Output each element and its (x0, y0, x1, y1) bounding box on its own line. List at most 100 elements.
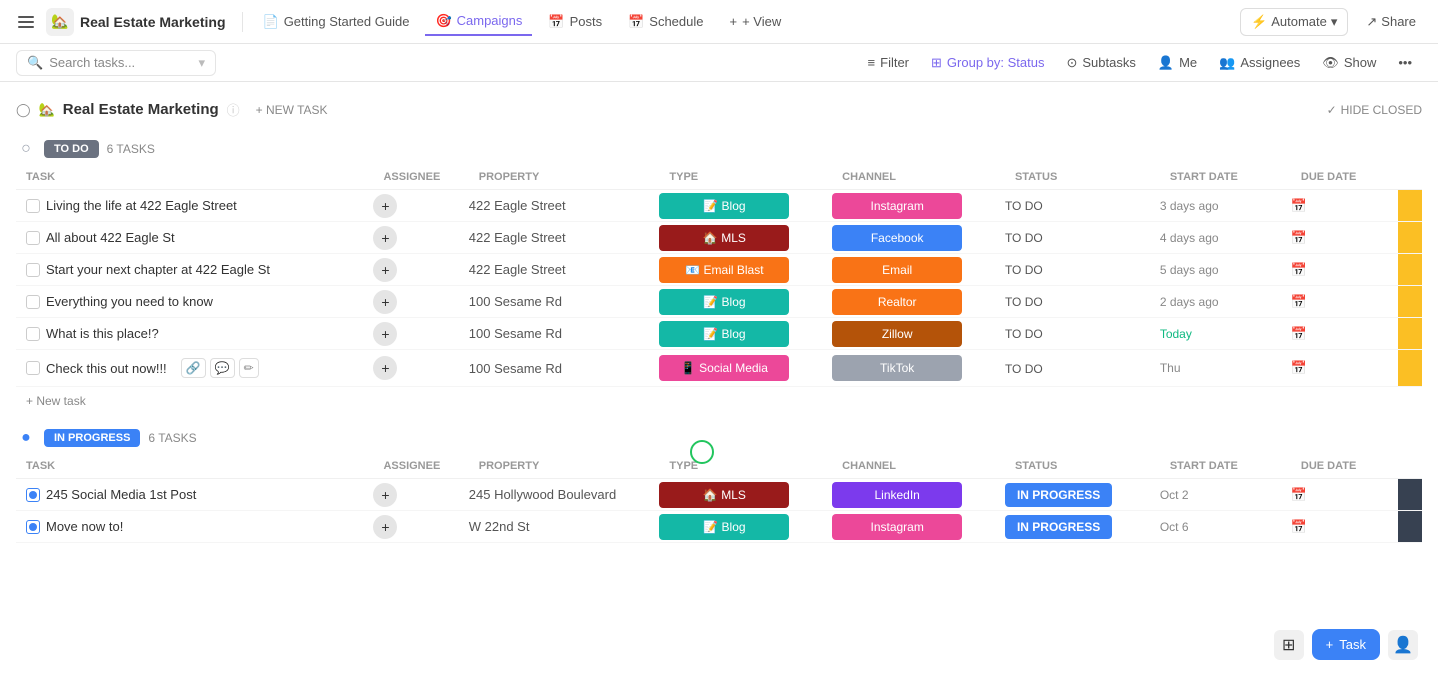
col-header-channel: CHANNEL (832, 165, 1005, 190)
main-content: ◯ 🏡 Real Estate Marketing ⓘ + NEW TASK ✓… (0, 82, 1438, 680)
row-action-link[interactable]: 🔗 (181, 358, 206, 378)
ip-assignee-avatar-0[interactable]: + (373, 483, 397, 507)
group-by-button[interactable]: ⊞ Group by: Status (921, 51, 1054, 75)
channel-badge-2[interactable]: Email (832, 257, 962, 283)
ip-status-text-1: IN PROGRESS (1005, 515, 1112, 539)
type-badge-5[interactable]: 📱 Social Media (659, 355, 789, 381)
channel-badge-0[interactable]: Instagram (832, 193, 962, 219)
type-badge-0[interactable]: 📝 Blog (659, 193, 789, 219)
tab-posts[interactable]: 📅 Posts (538, 9, 612, 35)
type-badge-1[interactable]: 🏠 MLS (659, 225, 789, 251)
row-action-edit[interactable]: ✏ (239, 358, 259, 378)
grid-view-icon[interactable]: ⊞ (1274, 630, 1304, 660)
due-date-cell-3[interactable]: 📅 (1291, 286, 1398, 318)
me-button[interactable]: 👤 Me (1148, 51, 1207, 75)
assignee-avatar-3[interactable]: + (373, 290, 397, 314)
row-action-comment[interactable]: 💬 (210, 358, 235, 378)
share-button[interactable]: ↗ Share (1356, 9, 1426, 35)
type-cell-3: 📝 Blog (659, 286, 832, 318)
task-checkbox-2[interactable] (26, 263, 40, 277)
col-header-status-ip: STATUS (1005, 454, 1160, 479)
ip-task-name-cell-0: 245 Social Media 1st Post (16, 479, 373, 511)
todo-badge: TO DO (44, 140, 99, 158)
tab-schedule[interactable]: 📅 Schedule (618, 9, 713, 35)
ip-type-badge-0[interactable]: 🏠 MLS (659, 482, 789, 508)
task-checkbox-0[interactable] (26, 199, 40, 213)
type-badge-3[interactable]: 📝 Blog (659, 289, 789, 315)
ip-property-cell-1: W 22nd St (469, 511, 660, 543)
col-header-channel-ip: CHANNEL (832, 454, 1005, 479)
info-icon: ⓘ (227, 100, 240, 119)
channel-badge-4[interactable]: Zillow (832, 321, 962, 347)
stripe-cell-4 (1398, 318, 1422, 350)
search-box[interactable]: 🔍 Search tasks... ▾ (16, 50, 216, 76)
channel-badge-1[interactable]: Facebook (832, 225, 962, 251)
collapse-project-icon[interactable]: ◯ (16, 102, 31, 118)
type-badge-4[interactable]: 📝 Blog (659, 321, 789, 347)
assignee-avatar-0[interactable]: + (373, 194, 397, 218)
show-button[interactable]: 👁 Show (1312, 51, 1386, 75)
due-date-cell-2[interactable]: 📅 (1291, 254, 1398, 286)
ip-task-checkbox-0[interactable] (26, 488, 40, 502)
due-date-cell-4[interactable]: 📅 (1291, 318, 1398, 350)
tab-getting-started[interactable]: 📄 Getting Started Guide (253, 9, 420, 35)
todo-add-task-link[interactable]: + New task (26, 394, 86, 408)
start-date-cell-1: 4 days ago (1160, 222, 1291, 254)
ip-channel-badge-0[interactable]: LinkedIn (832, 482, 962, 508)
channel-badge-3[interactable]: Realtor (832, 289, 962, 315)
ip-calendar-icon-0: 📅 (1291, 487, 1307, 502)
ip-task-checkbox-1[interactable] (26, 520, 40, 534)
ip-task-name-0: 245 Social Media 1st Post (46, 487, 196, 502)
group-todo: ○ TO DO 6 TASKS TASK ASSIGNEE PROPERTY T… (16, 133, 1422, 414)
add-task-fab-button[interactable]: + Task (1312, 629, 1380, 660)
col-header-task-ip: TASK (16, 454, 373, 479)
task-name-cell-0: Living the life at 422 Eagle Street (16, 190, 373, 222)
project-header: ◯ 🏡 Real Estate Marketing ⓘ + NEW TASK ✓… (16, 92, 1422, 127)
person-view-icon[interactable]: 👤 (1388, 630, 1418, 660)
assignee-avatar-4[interactable]: + (373, 322, 397, 346)
ip-start-date-1: Oct 6 (1160, 520, 1189, 534)
ip-assignee-avatar-1[interactable]: + (373, 515, 397, 539)
task-name-4: What is this place!? (46, 326, 159, 341)
inprogress-collapse-button[interactable]: ● (16, 428, 36, 448)
ip-due-date-cell-1[interactable]: 📅 (1291, 511, 1398, 543)
task-name-3: Everything you need to know (46, 294, 213, 309)
filter-button[interactable]: ≡ Filter (858, 51, 919, 74)
menu-icon[interactable] (12, 8, 40, 36)
type-badge-2[interactable]: 📧 Email Blast (659, 257, 789, 283)
ip-type-badge-1[interactable]: 📝 Blog (659, 514, 789, 540)
assignee-avatar-5[interactable]: + (373, 356, 397, 380)
more-options-button[interactable]: ••• (1388, 51, 1422, 74)
automate-button[interactable]: ⚡ Automate ▾ (1240, 8, 1348, 36)
property-cell-4: 100 Sesame Rd (469, 318, 660, 350)
task-checkbox-5[interactable] (26, 361, 40, 375)
todo-collapse-button[interactable]: ○ (16, 139, 36, 159)
due-date-cell-1[interactable]: 📅 (1291, 222, 1398, 254)
type-cell-0: 📝 Blog (659, 190, 832, 222)
ip-channel-badge-1[interactable]: Instagram (832, 514, 962, 540)
tab-campaigns[interactable]: 🎯 Campaigns (425, 8, 532, 36)
due-date-cell-5[interactable]: 📅 (1291, 350, 1398, 387)
search-dropdown-icon[interactable]: ▾ (198, 55, 205, 71)
table-row: 245 Social Media 1st Post + 245 Hollywoo… (16, 479, 1422, 511)
start-date-4: Today (1160, 327, 1192, 341)
app-title: Real Estate Marketing (80, 14, 226, 30)
channel-badge-5[interactable]: TikTok (832, 355, 962, 381)
task-checkbox-3[interactable] (26, 295, 40, 309)
hide-closed-button[interactable]: ✓ HIDE CLOSED (1327, 103, 1422, 117)
task-checkbox-1[interactable] (26, 231, 40, 245)
todo-table-header: TASK ASSIGNEE PROPERTY TYPE CHANNEL STAT… (16, 165, 1422, 190)
task-checkbox-4[interactable] (26, 327, 40, 341)
tab-view[interactable]: + + View (720, 9, 792, 34)
assignee-avatar-2[interactable]: + (373, 258, 397, 282)
start-date-cell-5: Thu (1160, 350, 1291, 387)
due-date-cell-0[interactable]: 📅 (1291, 190, 1398, 222)
assignees-button[interactable]: 👥 Assignees (1209, 51, 1310, 75)
col-header-type-ip: TYPE (659, 454, 832, 479)
ip-due-date-cell-0[interactable]: 📅 (1291, 479, 1398, 511)
status-cell-3: TO DO (1005, 286, 1160, 318)
col-header-property: PROPERTY (469, 165, 660, 190)
subtasks-button[interactable]: ⊙ Subtasks (1056, 51, 1145, 75)
assignee-avatar-1[interactable]: + (373, 226, 397, 250)
new-task-button[interactable]: + NEW TASK (256, 103, 328, 117)
